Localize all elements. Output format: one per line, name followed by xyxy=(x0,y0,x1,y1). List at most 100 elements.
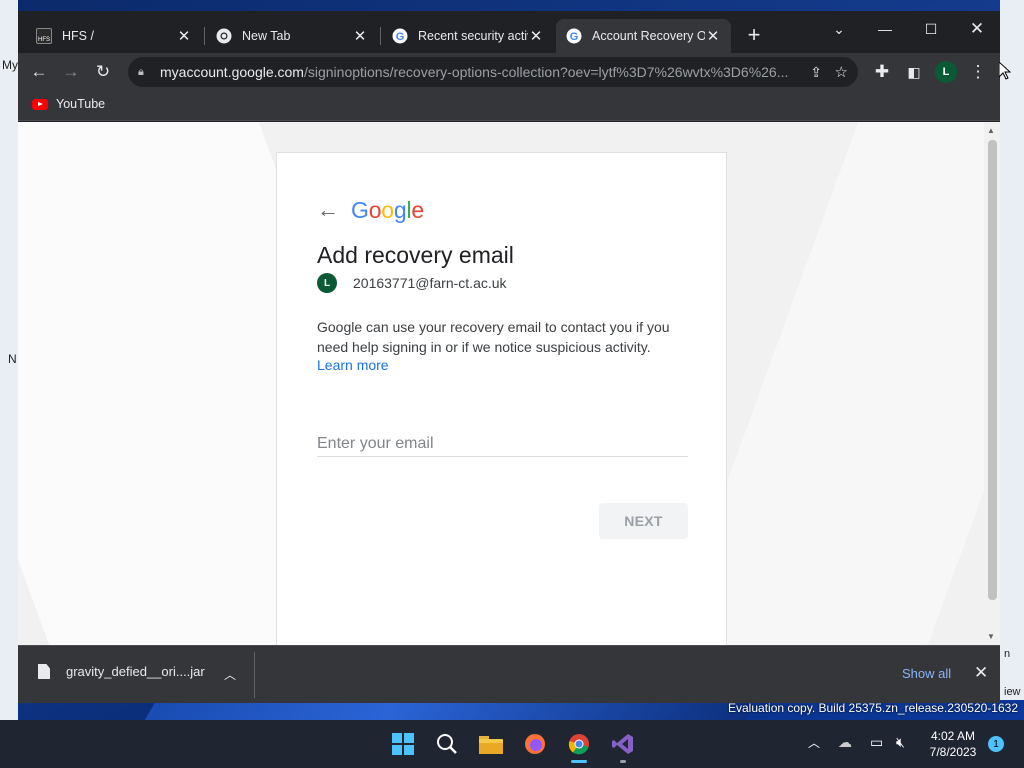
bookmark-youtube[interactable]: YouTube xyxy=(32,97,105,111)
learn-more-link[interactable]: Learn more xyxy=(317,357,389,373)
tab-title: HFS / xyxy=(62,29,94,43)
tab-hfs[interactable]: HFS HFS / ✕ xyxy=(26,19,202,53)
tab-strip: HFS HFS / ✕ New Tab ✕ G Recent security … xyxy=(18,11,1000,53)
volume-muted-icon[interactable]: 🔇︎ xyxy=(896,734,905,751)
avatar: L xyxy=(317,273,337,293)
bookmark-label: YouTube xyxy=(56,97,106,111)
network-icon[interactable]: ▭ xyxy=(870,734,883,751)
maximize-button[interactable]: ☐ xyxy=(911,15,951,43)
logo-letter: g xyxy=(393,197,407,223)
svg-text:G: G xyxy=(396,31,405,43)
bookmarks-bar: YouTube xyxy=(18,91,1000,121)
clock-date: 7/8/2023 xyxy=(929,745,977,759)
tab-title: Account Recovery Op xyxy=(592,29,705,43)
scroll-down-arrow-icon[interactable]: ▼ xyxy=(987,632,995,641)
chrome-icon xyxy=(216,28,232,44)
system-clock[interactable]: 4:02 AM 7/8/2023 xyxy=(918,728,988,760)
firefox-icon[interactable] xyxy=(520,729,550,759)
page-scrollbar[interactable]: ▲ ▼ xyxy=(984,122,1000,645)
page-title: Add recovery email xyxy=(317,242,514,268)
tab-divider xyxy=(204,27,205,45)
visual-studio-icon[interactable] xyxy=(608,729,638,759)
reload-icon[interactable]: ↻ xyxy=(92,61,114,83)
browser-toolbar: ← → ↻ 🔒︎ myaccount.google.com/signinopti… xyxy=(18,53,1000,91)
scroll-thumb[interactable] xyxy=(988,140,997,600)
desktop-left-edge xyxy=(0,0,18,768)
chrome-icon[interactable] xyxy=(564,729,594,759)
tab-new-tab[interactable]: New Tab ✕ xyxy=(206,19,378,53)
chevron-up-icon[interactable]: ︿ xyxy=(224,666,236,683)
extensions-puzzle-icon[interactable]: ✚ xyxy=(871,61,893,83)
google-icon: G xyxy=(566,28,582,44)
logo-letter: e xyxy=(411,197,424,223)
chevron-up-icon[interactable]: ︿ xyxy=(808,734,820,751)
account-chip: L 20163771@farn-ct.ac.uk xyxy=(317,273,507,293)
logo-letter: o xyxy=(368,197,382,223)
profile-avatar[interactable]: L xyxy=(935,61,957,83)
tab-title: Recent security activi xyxy=(418,29,528,43)
mouse-cursor-icon xyxy=(999,62,1011,80)
recovery-card: ← Google Add recovery email L 20163771@f… xyxy=(276,152,727,645)
desktop-right-label: n xyxy=(1004,648,1011,660)
tab-divider xyxy=(380,27,381,45)
new-tab-button[interactable]: + xyxy=(742,24,766,46)
tab-security-activity[interactable]: G Recent security activi ✕ xyxy=(382,19,554,53)
hfs-icon: HFS xyxy=(36,28,52,44)
windows-start-icon[interactable] xyxy=(388,729,418,759)
search-icon[interactable] xyxy=(432,729,462,759)
show-all-link[interactable]: Show all xyxy=(902,666,951,681)
close-icon[interactable]: ✕ xyxy=(352,27,368,45)
scroll-up-arrow-icon[interactable]: ▲ xyxy=(987,126,995,135)
onedrive-offline-icon[interactable]: ☁ xyxy=(838,734,852,751)
download-file-name: gravity_defied__ori....jar xyxy=(66,664,205,679)
minimize-button[interactable]: — xyxy=(865,15,905,43)
close-icon[interactable]: ✕ xyxy=(176,27,192,45)
divider xyxy=(254,652,255,698)
window-close-button[interactable]: ✕ xyxy=(957,15,997,43)
tab-search-chevron-icon[interactable]: ⌄ xyxy=(819,15,859,43)
google-logo: Google xyxy=(351,197,424,224)
close-icon[interactable]: ✕ xyxy=(705,27,721,45)
clock-time: 4:02 AM xyxy=(930,729,976,743)
url-text[interactable]: myaccount.google.com/signinoptions/recov… xyxy=(160,64,790,80)
side-panel-icon[interactable]: ◧ xyxy=(903,61,925,83)
account-email: 20163771@farn-ct.ac.uk xyxy=(353,275,507,291)
back-arrow-icon[interactable]: ← xyxy=(317,199,339,221)
youtube-icon xyxy=(32,98,48,110)
close-icon[interactable]: ✕ xyxy=(974,663,988,683)
star-bookmark-icon[interactable]: ☆ xyxy=(835,63,848,81)
desktop-right-label: iew xyxy=(1004,686,1021,698)
running-indicator xyxy=(620,760,626,763)
page-content: ← Google Add recovery email L 20163771@f… xyxy=(18,122,984,645)
tab-account-recovery[interactable]: G Account Recovery Op ✕ xyxy=(556,19,731,53)
active-indicator xyxy=(571,760,587,763)
menu-kebab-icon[interactable]: ⋮ xyxy=(967,61,989,83)
next-button[interactable]: NEXT xyxy=(599,503,688,539)
taskbar: ︿ ☁ ▭ 🔇︎ 4:02 AM 7/8/2023 1 xyxy=(0,720,1024,768)
email-input[interactable] xyxy=(317,431,688,457)
forward-arrow-icon[interactable]: → xyxy=(60,61,82,83)
download-bar: gravity_defied__ori....jar ︿ Show all ✕ xyxy=(18,645,1000,703)
google-icon: G xyxy=(392,28,408,44)
close-icon[interactable]: ✕ xyxy=(528,27,544,45)
share-icon[interactable]: ⇪ xyxy=(810,64,822,81)
description-text: Google can use your recovery email to co… xyxy=(317,319,670,355)
url-path: /signinoptions/recovery-options-collecti… xyxy=(303,64,789,80)
desktop-icon-label: My xyxy=(2,58,18,72)
logo-letter: o xyxy=(381,197,394,223)
file-icon xyxy=(38,664,50,679)
browser-window: HFS HFS / ✕ New Tab ✕ G Recent security … xyxy=(18,11,1000,703)
tab-title: New Tab xyxy=(242,29,291,43)
file-explorer-icon[interactable] xyxy=(476,729,506,759)
address-bar[interactable]: 🔒︎ myaccount.google.com/signinoptions/re… xyxy=(128,57,858,87)
back-arrow-icon[interactable]: ← xyxy=(28,61,50,83)
download-item[interactable]: gravity_defied__ori....jar xyxy=(38,664,205,679)
url-host: myaccount.google.com xyxy=(160,64,304,80)
wallpaper-streak xyxy=(143,700,757,722)
logo-letter: G xyxy=(351,197,369,223)
desktop-right-edge xyxy=(1000,0,1024,700)
notification-badge[interactable]: 1 xyxy=(988,736,1004,752)
lock-icon[interactable]: 🔒︎ xyxy=(138,66,152,79)
evaluation-watermark: Evaluation copy. Build 25375.zn_release.… xyxy=(728,701,1018,715)
desktop-icon-label: N xyxy=(8,352,17,366)
